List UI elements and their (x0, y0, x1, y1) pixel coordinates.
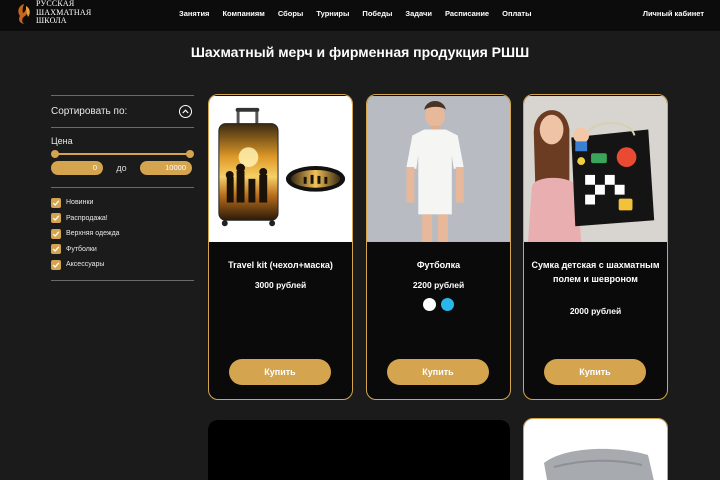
slider-max-handle[interactable] (186, 150, 194, 158)
category-tshirts[interactable]: Футболки (51, 242, 194, 258)
logo-line: ШКОЛА (36, 16, 67, 25)
price-to-label: до (116, 163, 127, 173)
category-label: Новинки (66, 199, 94, 207)
category-list: Новинки Распродажа! Верхняя одежда Футбо… (51, 188, 194, 280)
checkbox-checked-icon[interactable] (51, 197, 61, 208)
price-range-slider[interactable] (51, 148, 194, 160)
price-from-input[interactable]: 0 (51, 161, 103, 175)
sort-label: Сортировать по: (51, 106, 128, 117)
product-card[interactable]: Футболка 2200 рублей Купить (366, 94, 511, 400)
category-label: Аксессуары (66, 261, 105, 269)
product-card[interactable] (523, 418, 668, 480)
category-sale[interactable]: Распродажа! (51, 211, 194, 227)
price-to-input[interactable]: 10000 (140, 161, 192, 175)
main-nav: Занятия Компаниям Сборы Турниры Победы З… (179, 9, 545, 18)
nav-item-camps[interactable]: Сборы (278, 9, 304, 18)
category-new[interactable]: Новинки (51, 195, 194, 211)
nav-item-victories[interactable]: Победы (362, 9, 392, 18)
personal-cabinet-link[interactable]: Личный кабинет (643, 9, 704, 18)
nav-item-tournaments[interactable]: Турниры (316, 9, 349, 18)
category-accessories[interactable]: Аксессуары (51, 257, 194, 273)
product-card-video[interactable] (208, 420, 510, 480)
color-swatch-white[interactable] (423, 298, 436, 311)
price-label: Цена (51, 136, 73, 146)
category-label: Распродажа! (66, 214, 108, 222)
buy-button[interactable]: Купить (387, 359, 489, 385)
category-label: Верхняя одежда (66, 230, 120, 238)
product-price: 2000 рублей (569, 306, 622, 316)
category-outerwear[interactable]: Верхняя одежда (51, 226, 194, 242)
checkbox-checked-icon[interactable] (51, 244, 61, 255)
product-image-sweatpants[interactable] (524, 419, 668, 480)
logo-text[interactable]: РУССКАЯ ШАХМАТНАЯ ШКОЛА (36, 0, 91, 26)
slider-track (54, 153, 191, 155)
chevron-up-icon[interactable] (179, 105, 192, 118)
checkbox-checked-icon[interactable] (51, 228, 61, 239)
product-image-tshirt[interactable] (367, 95, 510, 243)
product-image-travel-kit[interactable] (209, 95, 352, 243)
site-header: РУССКАЯ ШАХМАТНАЯ ШКОЛА Занятия Компания… (0, 0, 720, 31)
product-name: Футболка (416, 260, 461, 270)
logo-icon[interactable] (14, 2, 34, 26)
slider-min-handle[interactable] (51, 150, 59, 158)
product-name: Сумка детская с шахматным полем и шеврон… (531, 260, 660, 284)
product-image-kids-bag[interactable] (524, 95, 667, 243)
divider (51, 127, 194, 128)
buy-button[interactable]: Купить (229, 359, 331, 385)
product-price: 3000 рублей (254, 280, 307, 290)
nav-item-payments[interactable]: Оплаты (502, 9, 531, 18)
nav-item-schedule[interactable]: Расписание (445, 9, 489, 18)
filter-sidebar: Сортировать по: Цена 0 до 10000 Новинки … (51, 95, 194, 281)
checkbox-checked-icon[interactable] (51, 213, 61, 224)
category-label: Футболки (66, 245, 97, 253)
nav-item-lessons[interactable]: Занятия (179, 9, 209, 18)
page-title: Шахматный мерч и фирменная продукция РШШ (190, 44, 530, 60)
price-inputs: 0 до 10000 (51, 161, 194, 175)
product-price: 2200 рублей (412, 280, 465, 290)
product-card[interactable]: Сумка детская с шахматным полем и шеврон… (523, 94, 668, 400)
nav-item-tasks[interactable]: Задачи (405, 9, 432, 18)
checkbox-checked-icon[interactable] (51, 259, 61, 270)
divider (51, 279, 194, 281)
buy-button[interactable]: Купить (544, 359, 646, 385)
product-name: Travel kit (чехол+маска) (228, 260, 333, 270)
color-swatch-blue[interactable] (441, 298, 454, 311)
product-card[interactable]: Travel kit (чехол+маска) 3000 рублей Куп… (208, 94, 353, 400)
nav-item-companies[interactable]: Компаниям (222, 9, 264, 18)
sort-toggle[interactable]: Сортировать по: (51, 96, 194, 127)
